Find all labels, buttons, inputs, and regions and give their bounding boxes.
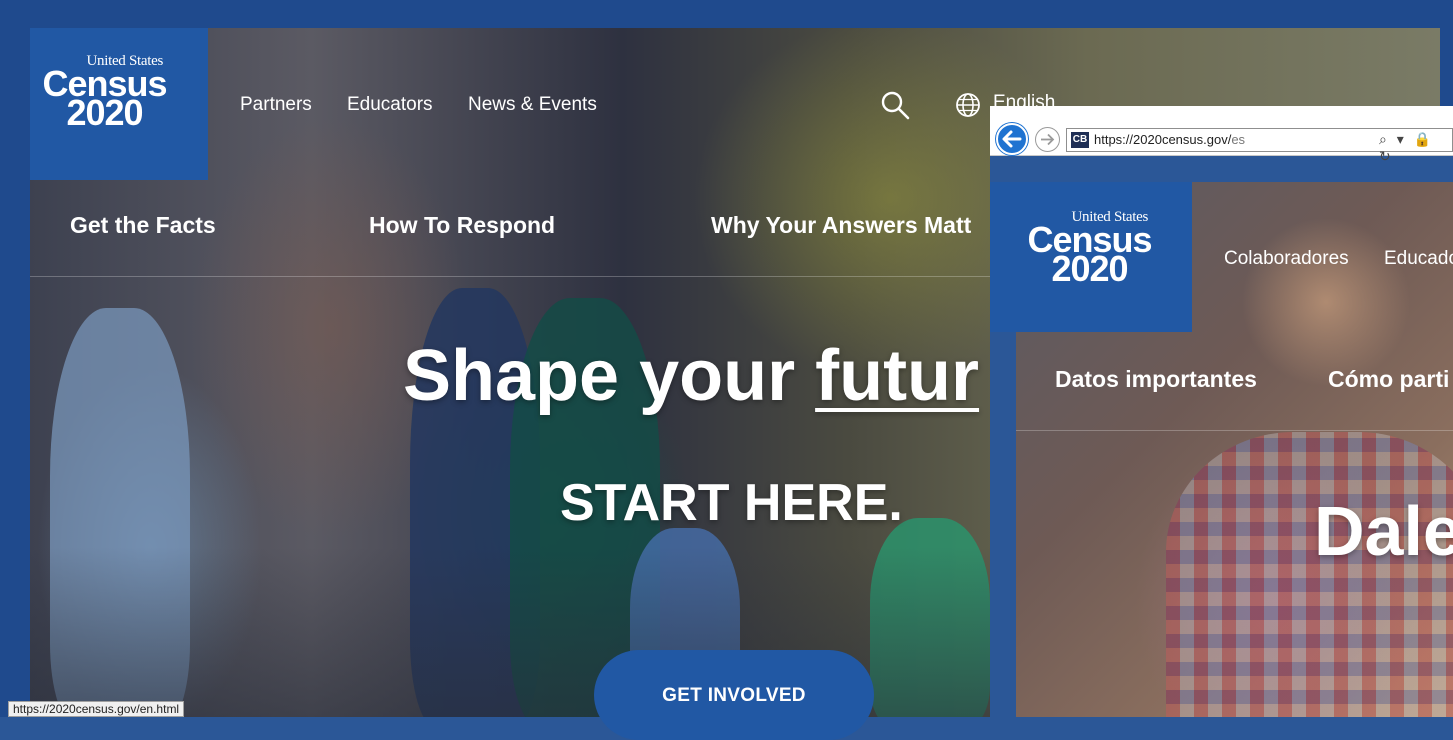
section-why-your-answers-matter[interactable]: Why Your Answers Matt [711, 212, 971, 239]
section-how-to-respond[interactable]: How To Respond [369, 212, 555, 239]
browser-toolbar: CB https://2020census.gov/es ⌕ ▾ 🔒 ↻ [990, 106, 1453, 164]
address-tools-icons[interactable]: ⌕ ▾ 🔒 ↻ [1379, 131, 1452, 165]
section-como-participar[interactable]: Cómo parti [1328, 366, 1449, 393]
url-host: https://2020census.gov/ [1094, 132, 1232, 147]
back-button[interactable] [996, 123, 1028, 155]
census-logo[interactable]: United States Census 2020 [990, 182, 1192, 332]
census-logo[interactable]: United States Census 2020 [30, 28, 208, 180]
hero-subhead: START HERE. [560, 474, 903, 532]
section-datos-importantes[interactable]: Datos importantes [1055, 366, 1257, 393]
globe-icon[interactable] [955, 92, 981, 118]
section-divider [30, 276, 1030, 277]
nav-news-events[interactable]: News & Events [468, 94, 597, 116]
hero-headline-underlined: futur [815, 336, 980, 416]
site-favicon: CB [1071, 132, 1089, 148]
search-icon[interactable] [880, 90, 910, 120]
hero-headline: Dale [1314, 492, 1453, 570]
hero-headline: Shape your futur [403, 335, 979, 417]
forward-button[interactable] [1035, 127, 1060, 152]
overlay-browser-window: CB https://2020census.gov/es ⌕ ▾ 🔒 ↻ Uni… [990, 106, 1453, 717]
address-bar[interactable]: CB https://2020census.gov/es ⌕ ▾ 🔒 ↻ [1066, 128, 1453, 164]
nav-partners[interactable]: Partners [240, 94, 312, 116]
hero-figure [870, 518, 990, 717]
section-divider [1016, 430, 1453, 431]
get-involved-button[interactable]: GET INVOLVED [594, 650, 874, 740]
url-path: es [1231, 132, 1246, 147]
hero-figure-plaid-shirt [1166, 432, 1453, 717]
arrow-right-icon [1041, 133, 1055, 146]
census-logo-text: United States Census 2020 [1027, 209, 1152, 289]
url-text: https://2020census.gov/es [1094, 132, 1245, 147]
arrow-left-icon [1002, 130, 1022, 148]
section-get-the-facts[interactable]: Get the Facts [70, 212, 216, 239]
nav-colaboradores[interactable]: Colaboradores [1224, 248, 1349, 270]
nav-educators[interactable]: Educators [347, 94, 433, 116]
census-logo-text: United States Census 2020 [42, 53, 167, 133]
nav-educadores[interactable]: Educado [1384, 248, 1453, 270]
status-bar-url: https://2020census.gov/en.html [8, 701, 185, 717]
hero-headline-text: Shape your [403, 336, 816, 416]
hero-figure [50, 308, 190, 717]
